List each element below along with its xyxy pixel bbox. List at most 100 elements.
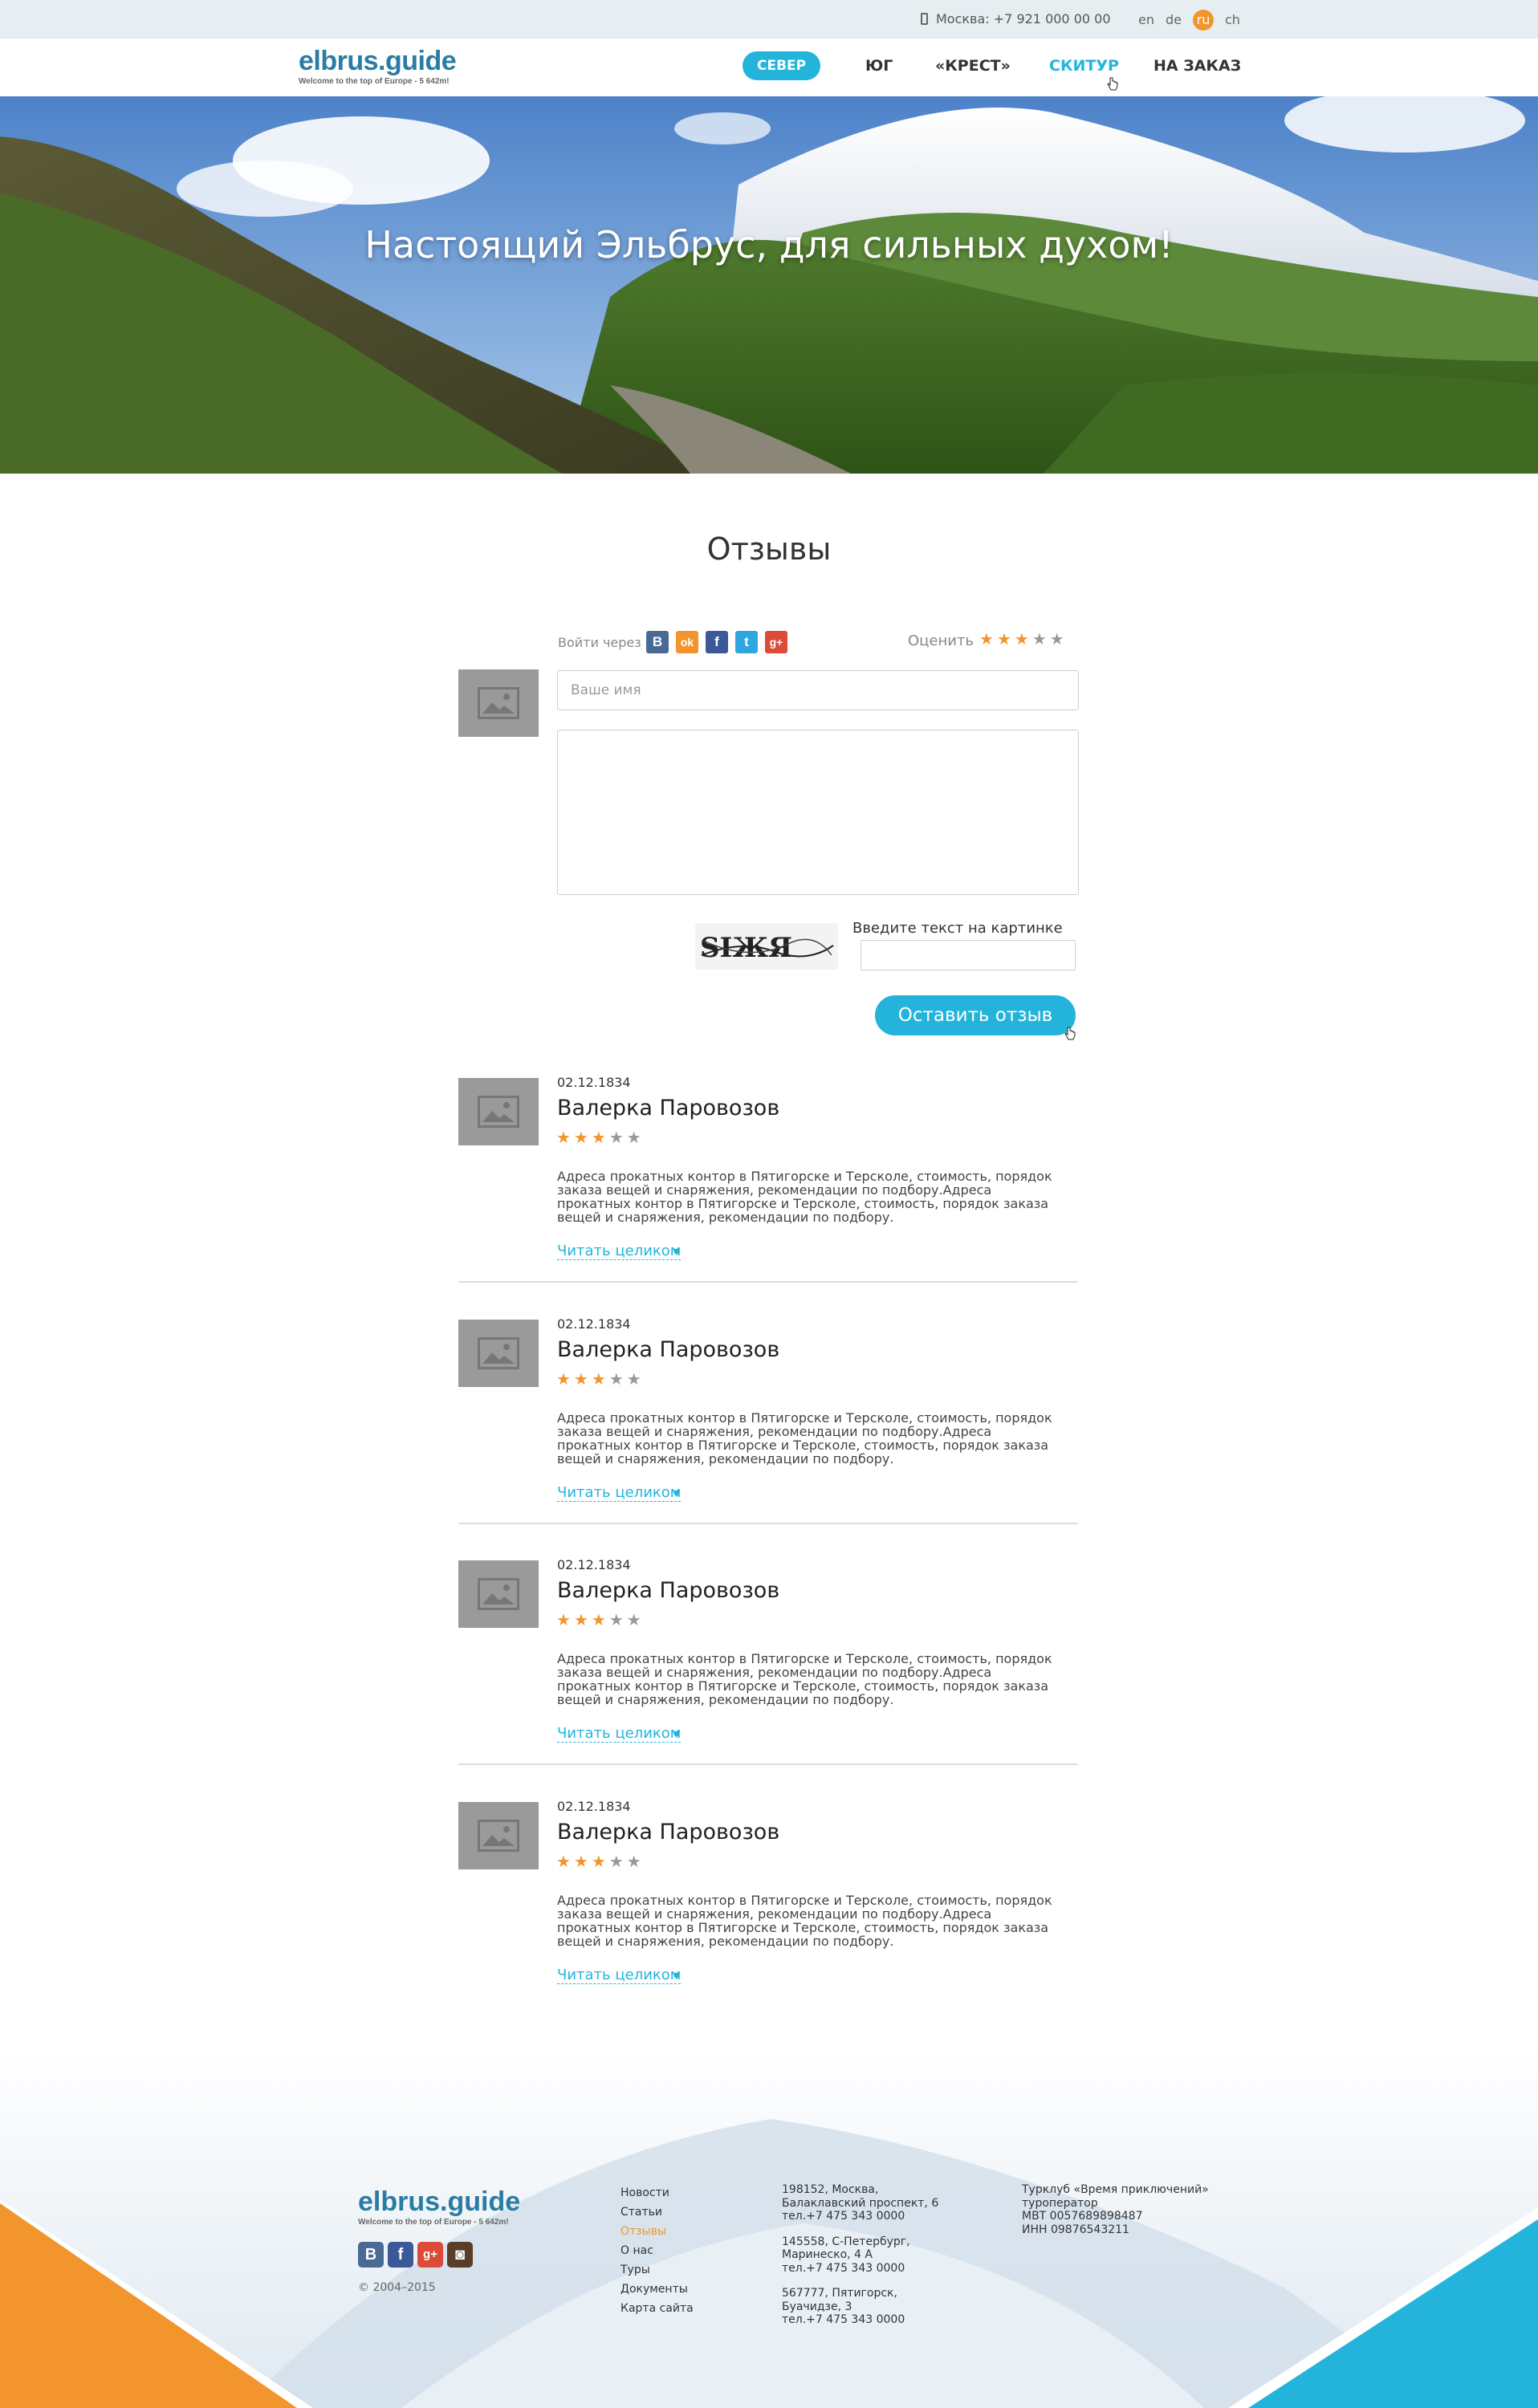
review-item: 02.12.1834 Валерка Паровозов ★★★★★ Адреса п… <box>458 1799 1078 2043</box>
footer-nav-item[interactable]: Документы <box>620 2280 694 2299</box>
review-date: 02.12.1834 <box>557 1557 631 1572</box>
reviewer-name: Валерка Паровозов <box>557 1337 780 1362</box>
rating-input-star-icon[interactable]: ★ <box>1032 629 1050 649</box>
image-placeholder-icon <box>478 1820 519 1852</box>
instagram-icon[interactable]: ◙ <box>447 2242 473 2268</box>
review-rating-star-icon: ★ <box>573 1852 592 1871</box>
read-more-link[interactable]: Читать целиком <box>557 1243 682 1260</box>
language-option-ru[interactable]: ru <box>1192 10 1214 31</box>
footer-logo[interactable]: elbrus.guide Welcome to the top of Europ… <box>358 2187 520 2227</box>
review-item: 02.12.1834 Валерка Паровозов ★★★★★ Адреса п… <box>458 1075 1078 1319</box>
phone-contact[interactable]: Москва: +7 921 000 00 00 <box>921 11 1111 26</box>
company-line: ИНН 09876543211 <box>1022 2223 1129 2236</box>
site-logo[interactable]: elbrus.guide Welcome to the top of Europ… <box>299 46 457 86</box>
address-line: тел.+7 475 343 0000 <box>782 2210 905 2223</box>
review-rating: ★★★★★ <box>556 1369 645 1389</box>
review-rating: ★★★★★ <box>556 1852 645 1871</box>
hand-cursor-icon <box>1064 1027 1076 1040</box>
facebook-icon[interactable]: f <box>706 631 728 653</box>
name-input[interactable] <box>557 670 1079 710</box>
review-divider <box>458 1523 1078 1524</box>
review-rating-star-icon: ★ <box>626 1852 645 1871</box>
review-rating: ★★★★★ <box>556 1128 645 1147</box>
review-item: 02.12.1834 Валерка Паровозов ★★★★★ Адреса п… <box>458 1316 1078 1560</box>
address-block: 567777, Пятигорск, Буачидзе, 3 тел.+7 475 … <box>782 2287 938 2327</box>
address-line: тел.+7 475 343 0000 <box>782 2261 905 2275</box>
footer-logo-name: elbrus.guide <box>358 2186 521 2217</box>
image-placeholder-icon <box>478 1578 519 1610</box>
captcha-input[interactable] <box>861 940 1076 970</box>
google-plus-icon[interactable]: g+ <box>765 631 787 653</box>
read-more-link[interactable]: Читать целиком <box>557 1726 682 1743</box>
footer-nav-item[interactable]: Новости <box>620 2183 694 2203</box>
reviewer-avatar <box>458 1078 539 1145</box>
nav-item-3[interactable]: СКИТУР <box>1049 51 1119 80</box>
copyright: © 2004–2015 <box>358 2281 436 2294</box>
google-plus-icon[interactable]: g+ <box>417 2242 443 2268</box>
language-option-en[interactable]: en <box>1138 10 1154 30</box>
submit-review-button[interactable]: Оставить отзыв <box>875 995 1076 1035</box>
review-rating-star-icon: ★ <box>626 1610 645 1629</box>
review-rating-star-icon: ★ <box>556 1610 574 1629</box>
reviewer-name: Валерка Паровозов <box>557 1820 780 1845</box>
review-text: Адреса прокатных контор в Пятигорске и Т… <box>557 1651 1052 1707</box>
captcha-image: SIЖЯ <box>695 923 838 970</box>
footer-nav-item[interactable]: Карта сайта <box>620 2299 694 2318</box>
facebook-icon[interactable]: f <box>388 2242 413 2268</box>
address-block: 145558, С-Петербург, Маринеско, 4 Ател.+7… <box>782 2235 938 2276</box>
footer-nav-item[interactable]: О нас <box>620 2241 694 2260</box>
review-text: Адреса прокатных контор в Пятигорске и Т… <box>557 1893 1052 1949</box>
review-rating-star-icon: ★ <box>608 1128 627 1147</box>
image-placeholder-icon <box>478 1096 519 1128</box>
nav-item-2[interactable]: «КРЕСТ» <box>935 51 1011 80</box>
hand-cursor-icon <box>1107 77 1118 91</box>
address-line: 198152, Москва, <box>782 2183 879 2196</box>
mountain-landscape-image <box>0 96 1538 474</box>
logo-name: elbrus.guide <box>299 46 457 76</box>
language-option-de[interactable]: de <box>1166 10 1182 30</box>
vk-icon[interactable]: В <box>646 631 669 653</box>
review-rating-star-icon: ★ <box>573 1369 592 1389</box>
rating-input-star-icon[interactable]: ★ <box>997 629 1015 649</box>
review-date: 02.12.1834 <box>557 1799 631 1814</box>
rating-input-star-icon[interactable]: ★ <box>1050 629 1068 649</box>
review-rating-star-icon: ★ <box>556 1852 574 1871</box>
caret-down-icon: ▼ <box>673 1729 681 1739</box>
nav-item-4[interactable]: НА ЗАКАЗ <box>1154 51 1241 80</box>
site-footer: elbrus.guide Welcome to the top of Europ… <box>0 2047 1538 2408</box>
footer-nav-item[interactable]: Туры <box>620 2260 694 2280</box>
footer-nav-item[interactable]: Отзывы <box>620 2222 694 2241</box>
review-rating-star-icon: ★ <box>608 1369 627 1389</box>
review-rating-star-icon: ★ <box>626 1369 645 1389</box>
address-line: тел.+7 475 343 0000 <box>782 2313 905 2326</box>
review-rating-star-icon: ★ <box>573 1128 592 1147</box>
company-line: Турклуб «Время приключений» <box>1022 2183 1209 2196</box>
read-more-link[interactable]: Читать целиком <box>557 1485 682 1502</box>
review-text-input[interactable] <box>557 730 1079 895</box>
address-line: Буачидзе, 3 <box>782 2300 852 2313</box>
rating-input-star-icon[interactable]: ★ <box>1015 629 1032 649</box>
rating-input: ★★★★★ <box>979 629 1068 649</box>
phone-text: Москва: +7 921 000 00 00 <box>936 11 1111 26</box>
reviewer-avatar <box>458 1320 539 1387</box>
nav-item-1[interactable]: ЮГ <box>865 51 893 80</box>
image-placeholder-icon <box>478 687 519 719</box>
vk-icon[interactable]: В <box>358 2242 384 2268</box>
rating-input-star-icon[interactable]: ★ <box>979 629 997 649</box>
image-placeholder-icon <box>478 1337 519 1369</box>
footer-nav-item[interactable]: Статьи <box>620 2203 694 2222</box>
nav-item-0[interactable]: СЕВЕР <box>743 51 821 80</box>
address-line: 567777, Пятигорск, <box>782 2287 897 2300</box>
caret-down-icon: ▼ <box>673 1247 681 1257</box>
review-text: Адреса прокатных контор в Пятигорске и Т… <box>557 1410 1052 1466</box>
read-more-link[interactable]: Читать целиком <box>557 1967 682 1984</box>
twitter-icon[interactable]: t <box>735 631 758 653</box>
top-bar: Москва: +7 921 000 00 00 en de ru ch <box>0 0 1538 39</box>
review-date: 02.12.1834 <box>557 1316 631 1332</box>
review-rating-star-icon: ★ <box>556 1128 574 1147</box>
language-option-ch[interactable]: ch <box>1225 10 1240 30</box>
review-item: 02.12.1834 Валерка Паровозов ★★★★★ Адреса п… <box>458 1557 1078 1801</box>
odnoklassniki-icon[interactable]: ok <box>676 631 698 653</box>
review-rating-star-icon: ★ <box>626 1128 645 1147</box>
review-divider <box>458 1281 1078 1283</box>
